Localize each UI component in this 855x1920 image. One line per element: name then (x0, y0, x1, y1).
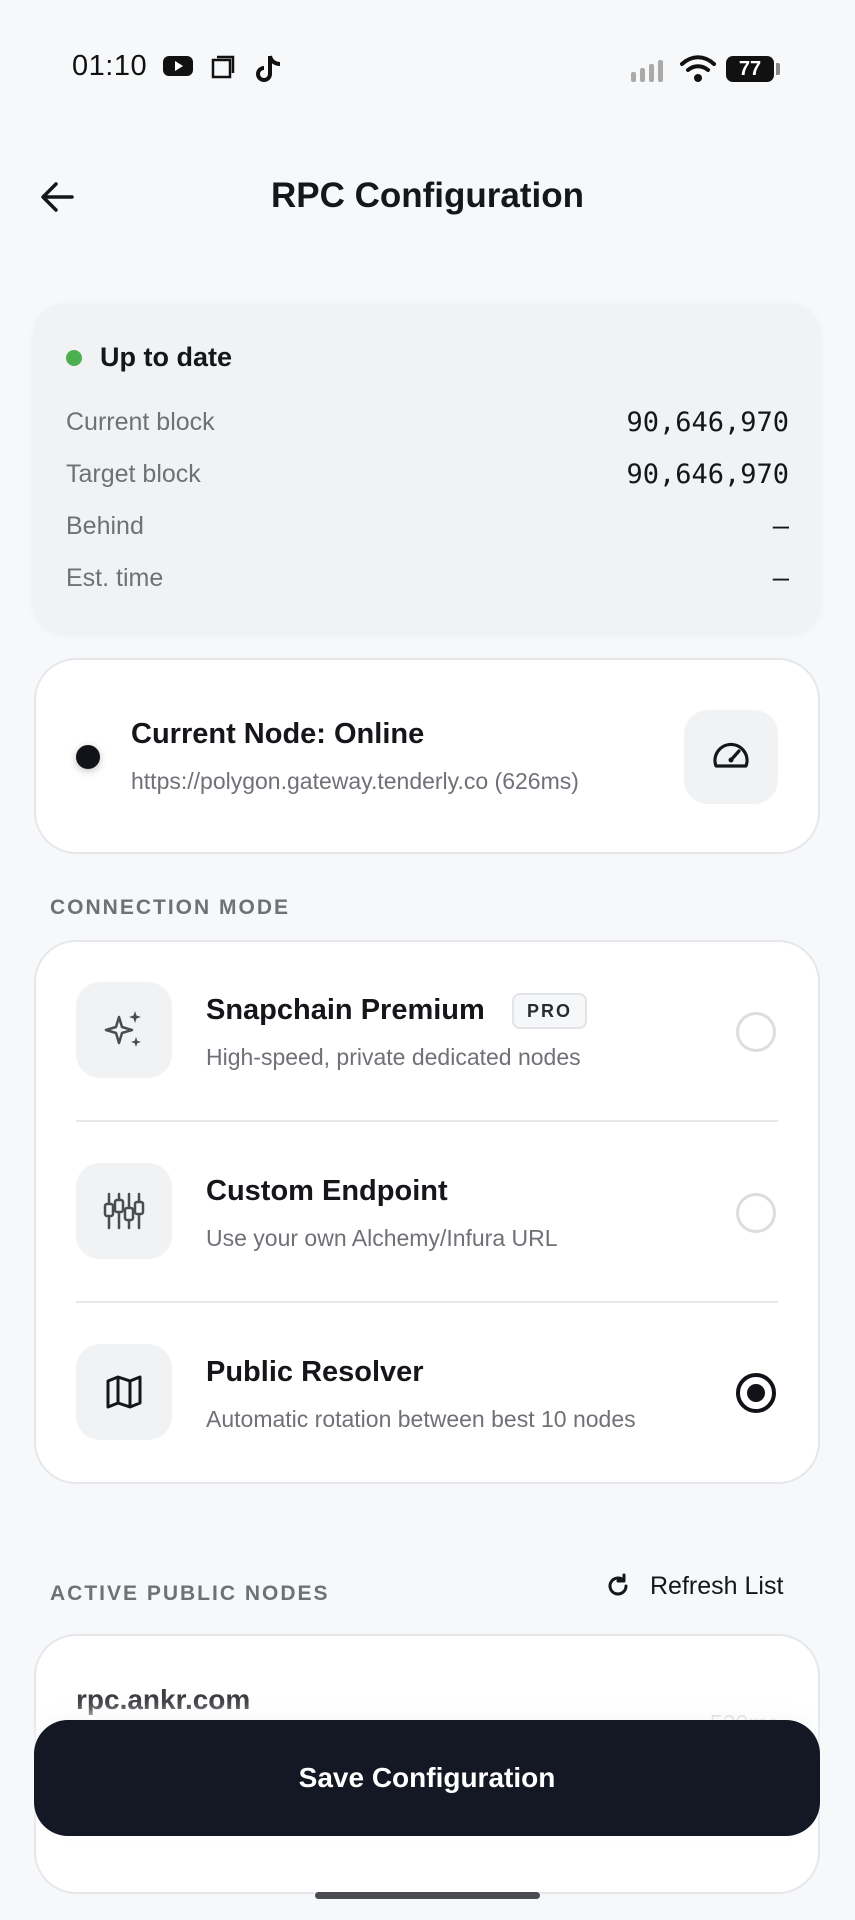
refresh-list-button[interactable]: Refresh List (604, 1566, 783, 1606)
home-indicator[interactable] (315, 1892, 540, 1899)
battery-icon: 77 (726, 56, 774, 82)
custom-option-title[interactable]: Custom Endpoint (206, 1175, 448, 1208)
sync-status-label: Up to date (100, 342, 232, 372)
custom-option-radio[interactable] (736, 1193, 776, 1233)
node-status-dot (76, 745, 100, 769)
signal-icon (631, 60, 663, 82)
est-time-value: — (772, 563, 789, 594)
youtube-icon (163, 56, 193, 76)
page-title: RPC Configuration (270, 176, 585, 215)
tiktok-icon (256, 55, 281, 82)
connection-mode-heading: CONNECTION MODE (50, 896, 290, 919)
premium-option-icon-box (76, 982, 172, 1078)
active-nodes-heading: ACTIVE PUBLIC NODES (50, 1582, 330, 1605)
behind-value: — (772, 511, 789, 542)
map-icon (106, 1375, 142, 1409)
current-block-label: Current block (66, 408, 215, 436)
target-block-value: 90,646,970 (626, 459, 789, 490)
public-option-description: Automatic rotation between best 10 nodes (206, 1406, 636, 1432)
public-option-icon-box (76, 1344, 172, 1440)
option-divider (76, 1301, 778, 1303)
public-option-title[interactable]: Public Resolver (206, 1356, 424, 1389)
premium-option-description: High-speed, private dedicated nodes (206, 1044, 581, 1070)
refresh-list-label: Refresh List (650, 1571, 784, 1600)
sync-status-dot (66, 350, 82, 366)
sliders-icon (103, 1192, 145, 1230)
speed-test-button[interactable] (684, 710, 778, 804)
status-time: 01:10 (72, 50, 148, 82)
custom-option-description: Use your own Alchemy/Infura URL (206, 1225, 558, 1251)
public-option-radio-selected[interactable] (736, 1373, 776, 1413)
est-time-label: Est. time (66, 564, 164, 592)
current-node-url: https://polygon.gateway.tenderly.co (626… (131, 768, 579, 794)
node-item-host[interactable]: rpc.ankr.com (76, 1684, 250, 1716)
current-node-title: Current Node: Online (131, 718, 425, 750)
option-divider (76, 1120, 778, 1122)
premium-option-radio[interactable] (736, 1012, 776, 1052)
wifi-icon (680, 55, 716, 82)
behind-label: Behind (66, 512, 144, 540)
custom-option-icon-box (76, 1163, 172, 1259)
battery-tip (776, 63, 780, 75)
current-block-value: 90,646,970 (626, 407, 789, 438)
target-block-label: Target block (66, 460, 201, 488)
screen-icon (211, 55, 235, 79)
sparkles-icon (104, 1011, 141, 1047)
refresh-icon (608, 1573, 628, 1596)
save-configuration-button[interactable]: Save Configuration (34, 1720, 820, 1836)
pro-badge: PRO (512, 993, 588, 1029)
premium-option-title[interactable]: Snapchain Premium (206, 994, 485, 1027)
speedometer-icon (713, 742, 749, 768)
